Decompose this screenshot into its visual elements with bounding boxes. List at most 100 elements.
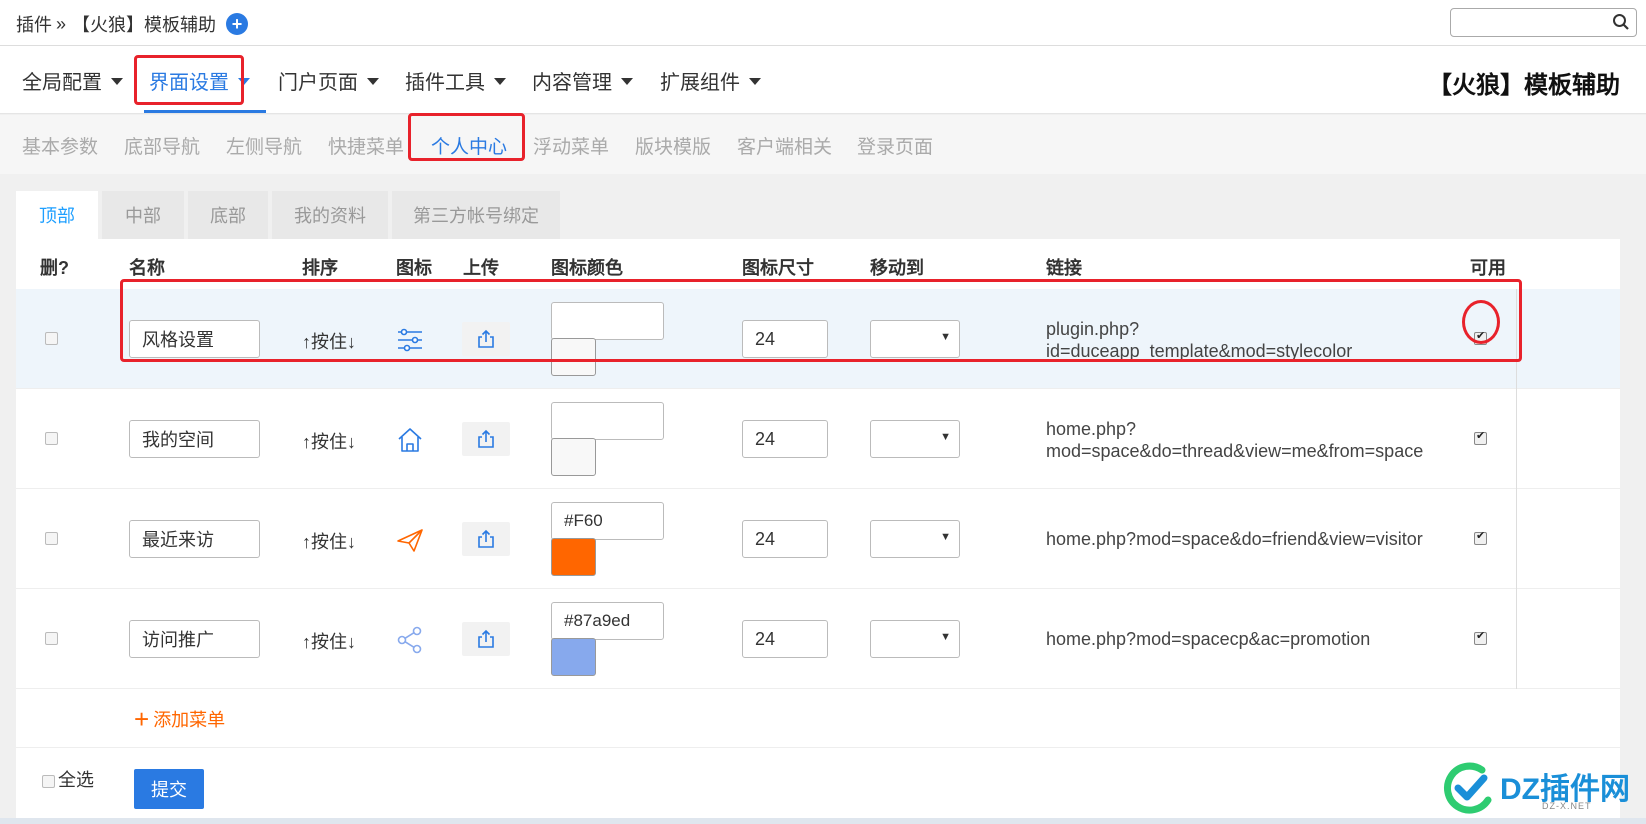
main-nav-item-extensions[interactable]: 扩展组件 xyxy=(660,66,761,95)
link-text: home.php? mod=space&do=thread&view=me&fr… xyxy=(1046,419,1424,461)
link-text: plugin.php? id=duceapp_template&mod=styl… xyxy=(1046,319,1353,361)
main-nav-item-global-config[interactable]: 全局配置 xyxy=(22,66,123,95)
color-swatch[interactable] xyxy=(551,638,596,676)
enabled-checkbox[interactable] xyxy=(1474,529,1487,545)
header-link: 链接 xyxy=(1046,258,1082,278)
header-delete: 删? xyxy=(40,258,69,278)
header-order: 排序 xyxy=(302,258,338,278)
menu-name-input[interactable]: 风格设置 xyxy=(129,320,260,358)
sub-nav-item-left-nav[interactable]: 左侧导航 xyxy=(226,132,302,159)
breadcrumb-root[interactable]: 插件 xyxy=(16,11,52,37)
menu-name-input[interactable]: 访问推广 xyxy=(129,620,260,658)
add-menu-button[interactable]: + 添加菜单 xyxy=(134,706,225,732)
main-nav-item-content-management[interactable]: 内容管理 xyxy=(532,66,633,95)
sub-nav-item-personal-center[interactable]: 个人中心 xyxy=(431,132,507,159)
tab-my-profile[interactable]: 我的资料 xyxy=(272,191,388,239)
logo-icon xyxy=(1444,762,1492,814)
watermark-subtext: DZ-X.NET xyxy=(1542,801,1592,811)
header-upload: 上传 xyxy=(463,258,499,278)
sub-nav-item-floating-menu[interactable]: 浮动菜单 xyxy=(533,132,609,159)
main-nav-item-plugin-tools[interactable]: 插件工具 xyxy=(405,66,506,95)
settings-panel: 顶部 中部 底部 我的资料 第三方帐号绑定 删? 名称 排序 图标 上传 图标颜… xyxy=(16,191,1620,824)
upload-button[interactable] xyxy=(462,522,510,556)
drag-sort-handle[interactable]: ↑按住↓ xyxy=(302,328,356,354)
icon-size-input[interactable]: 24 xyxy=(742,320,828,358)
caret-down-icon xyxy=(749,78,761,86)
delete-checkbox[interactable] xyxy=(45,332,58,345)
enabled-checkbox[interactable] xyxy=(1474,629,1487,645)
color-swatch[interactable] xyxy=(551,438,596,476)
share-icon xyxy=(397,626,422,654)
caret-down-icon xyxy=(111,78,123,86)
tab-third-party-binding[interactable]: 第三方帐号绑定 xyxy=(392,191,560,239)
select-all-label: 全选 xyxy=(58,770,94,790)
paper-plane-icon xyxy=(397,529,423,552)
header-enabled: 可用 xyxy=(1470,258,1506,278)
upload-button[interactable] xyxy=(462,422,510,456)
icon-size-input[interactable]: 24 xyxy=(742,420,828,458)
upload-button[interactable] xyxy=(462,622,510,656)
select-all[interactable]: 全选 xyxy=(42,769,96,791)
upload-button[interactable] xyxy=(462,322,510,356)
main-nav-item-interface-settings[interactable]: 界面设置 xyxy=(149,66,250,95)
icon-color-input[interactable]: #F60 xyxy=(551,502,664,540)
main-nav-item-portal-pages[interactable]: 门户页面 xyxy=(278,66,379,95)
enabled-checkbox[interactable] xyxy=(1474,329,1487,345)
sub-nav-item-quick-menu[interactable]: 快捷菜单 xyxy=(328,132,404,159)
color-swatch[interactable] xyxy=(551,538,596,576)
table-row: 风格设置 ↑按住↓ 24 plugin.php? id=duceapp_temp… xyxy=(16,289,1620,389)
tab-middle[interactable]: 中部 xyxy=(102,191,184,239)
drag-sort-handle[interactable]: ↑按住↓ xyxy=(302,628,356,654)
breadcrumb-current: 【火狼】模板辅助 xyxy=(72,15,217,35)
sub-nav-item-forum-template[interactable]: 版块模版 xyxy=(635,132,711,159)
delete-checkbox[interactable] xyxy=(45,432,58,445)
add-menu-label: 添加菜单 xyxy=(153,710,226,730)
delete-checkbox[interactable] xyxy=(45,532,58,545)
table-row: 最近来访 ↑按住↓ #F60 24 home.php?mod=space&do=… xyxy=(16,489,1620,589)
move-to-select[interactable] xyxy=(870,420,960,458)
sub-nav-item-basic-params[interactable]: 基本参数 xyxy=(22,132,98,159)
header-move-to: 移动到 xyxy=(870,258,924,278)
watermark-logo: DZ插件网 DZ-X.NET xyxy=(1442,760,1642,815)
select-all-checkbox[interactable] xyxy=(42,774,55,788)
move-to-select[interactable] xyxy=(870,320,960,358)
caret-down-icon xyxy=(621,78,633,86)
delete-checkbox[interactable] xyxy=(45,632,58,645)
tab-bottom[interactable]: 底部 xyxy=(188,191,268,239)
sliders-icon xyxy=(398,328,422,352)
sub-nav-item-client[interactable]: 客户端相关 xyxy=(737,132,832,159)
icon-color-input[interactable] xyxy=(551,302,664,340)
add-shortcut-icon[interactable]: + xyxy=(226,13,249,35)
header-icon: 图标 xyxy=(396,258,432,278)
search-input[interactable] xyxy=(1450,8,1637,37)
sub-nav-item-login-page[interactable]: 登录页面 xyxy=(857,132,933,159)
drag-sort-handle[interactable]: ↑按住↓ xyxy=(302,528,356,554)
enabled-checkbox[interactable] xyxy=(1474,429,1487,445)
header-icon-size: 图标尺寸 xyxy=(742,258,814,278)
tab-top[interactable]: 顶部 xyxy=(16,191,98,239)
link-text: home.php?mod=space&do=friend&view=visito… xyxy=(1046,529,1423,549)
plus-icon: + xyxy=(134,704,150,734)
upload-icon xyxy=(478,329,494,348)
drag-sort-handle[interactable]: ↑按住↓ xyxy=(302,428,356,454)
icon-color-input[interactable] xyxy=(551,402,664,440)
submit-button[interactable]: 提交 xyxy=(134,769,204,809)
main-nav: 全局配置 界面设置 门户页面 插件工具 内容管理 扩展组件 【火狼】模板辅助 xyxy=(0,46,1646,114)
icon-size-input[interactable]: 24 xyxy=(742,620,828,658)
upload-icon xyxy=(478,529,494,548)
move-to-select[interactable] xyxy=(870,520,960,558)
icon-color-input[interactable]: #87a9ed xyxy=(551,602,664,640)
sub-nav-item-bottom-nav[interactable]: 底部导航 xyxy=(124,132,200,159)
search-icon[interactable] xyxy=(1612,13,1630,31)
icon-size-input[interactable]: 24 xyxy=(742,520,828,558)
menu-name-input[interactable]: 最近来访 xyxy=(129,520,260,558)
caret-down-icon xyxy=(494,78,506,86)
header-icon-color: 图标颜色 xyxy=(551,258,623,278)
header-name: 名称 xyxy=(129,258,165,278)
menu-name-input[interactable]: 我的空间 xyxy=(129,420,260,458)
color-swatch[interactable] xyxy=(551,338,596,376)
move-to-select[interactable] xyxy=(870,620,960,658)
upload-icon xyxy=(478,429,494,448)
table-row: 访问推广 ↑按住↓ #87a9ed 24 home.php?mod=spacec… xyxy=(16,589,1620,689)
top-bar: 插件 » 【火狼】模板辅助 + xyxy=(0,0,1646,46)
